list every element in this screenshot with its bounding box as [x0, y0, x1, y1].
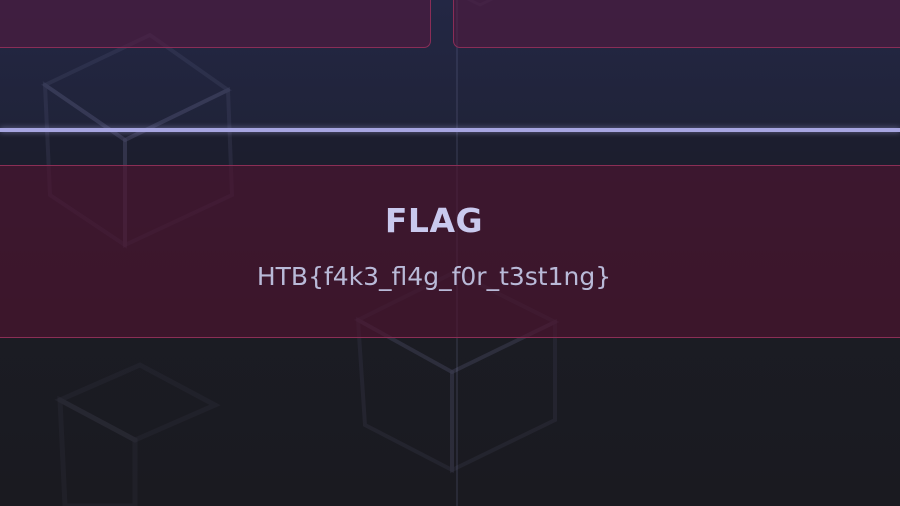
flag-value: HTB{f4k3_fl4g_f0r_t3st1ng}	[256, 262, 612, 291]
section-divider	[0, 128, 900, 132]
flag-panel: FLAG HTB{f4k3_fl4g_f0r_t3st1ng}	[0, 165, 900, 338]
top-left-card	[0, 0, 431, 48]
flag-title: FLAG	[384, 201, 484, 240]
cube-icon	[54, 362, 221, 506]
top-right-card	[453, 0, 900, 48]
